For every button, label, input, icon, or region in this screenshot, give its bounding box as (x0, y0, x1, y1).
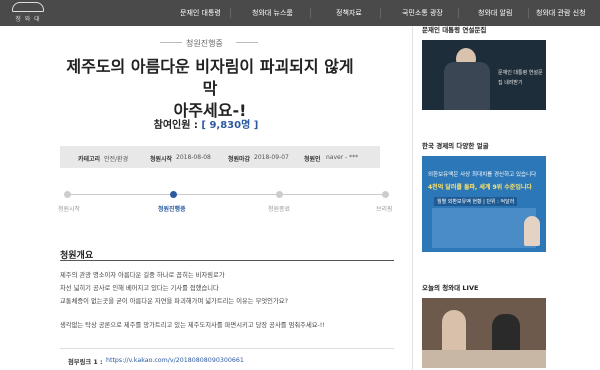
progress-label-start: 청원시작 (58, 206, 81, 213)
petition-body-line: 제주의 관광 명소이자 아름다운 길중 하나로 꼽히는 비자림로가 (60, 272, 225, 279)
petition-title-line1: 제주도의 아름다운 비자림이 파괴되지 않게 막 (66, 57, 354, 98)
category-value: 안전/환경 (104, 156, 129, 163)
nav-item-tour[interactable]: 청와대 관람 신청 (536, 0, 586, 26)
column-divider (412, 26, 413, 370)
economy-chart-graphic (432, 208, 536, 248)
status-line-right (236, 42, 258, 43)
site-logo[interactable]: 청 와 대 (6, 2, 50, 24)
speeches-banner[interactable]: 문재인 대통령 연설문집 내려받기 (422, 40, 546, 110)
start-date-label: 청원시작 (150, 156, 173, 163)
live-table (422, 350, 546, 368)
author-value: naver - *** (326, 154, 359, 161)
nav-separator (230, 8, 231, 18)
nav-item-president[interactable]: 문재인 대통령 (180, 0, 221, 26)
sidebar-economy-title: 한국 경제의 다양한 얼굴 (422, 142, 489, 150)
live-thumbnail[interactable] (422, 298, 546, 368)
petition-title: 제주도의 아름다운 비자림이 파괴되지 않게 막 아주세요-! (60, 56, 360, 122)
petition-body-line: 교통체증이 없는곳을 굳이 아름다운 자연을 파괴해가며 넓가트리는 이유는 무… (60, 298, 288, 305)
nav-item-policy[interactable]: 정책자료 (336, 0, 362, 26)
category-label: 카테고리 (78, 156, 101, 163)
nav-item-notice[interactable]: 청와대 알림 (478, 0, 512, 26)
nav-separator (458, 8, 459, 18)
progress-dot-start (64, 191, 71, 198)
progress-dot-end (276, 191, 283, 198)
petition-body-line: 생각없는 탁상 공론으로 제주를 망가트리고 있는 제주도지사를 파면시키고 당… (60, 322, 325, 329)
speeches-banner-caption: 문재인 대통령 연설문집 내려받기 (498, 70, 543, 86)
progress-label-end: 청원종료 (268, 206, 291, 213)
participant-count: 참여인원 : [ 9,830명 ] (0, 116, 412, 131)
attachment-link-label: 첨부링크 1 : (68, 359, 103, 366)
economy-banner-line1: 외환보유액은 사상 최대치를 경신하고 있습니다 (428, 172, 537, 178)
economy-banner-line2: 4천억 달러를 돌파, 세계 9위 수준입니다 (428, 184, 532, 191)
end-date-label: 청원마감 (228, 156, 251, 163)
attachment-link[interactable]: https://v.kakao.com/v/20180808090300661 (106, 357, 244, 364)
start-date-value: 2018-08-08 (176, 154, 211, 161)
nav-separator (310, 8, 311, 18)
progress-dot-briefing (382, 191, 389, 198)
nav-item-newsroom[interactable]: 청와대 뉴스룸 (252, 0, 293, 26)
sidebar-speeches-title: 문재인 대통령 연설문집 (422, 26, 487, 34)
sidebar-live-title: 오늘의 청와대 LIVE (422, 284, 479, 292)
progress-label-ongoing: 청원진행중 (158, 206, 186, 213)
progress-dot-ongoing (170, 191, 177, 198)
nav-separator (528, 8, 529, 18)
overview-divider (60, 260, 394, 261)
attachment-link-row: 첨부링크 1 : https://v.kakao.com/v/201808080… (60, 348, 394, 370)
status-tag: 청원진행중 (186, 39, 223, 48)
participant-count-value: [ 9,830명 ] (201, 120, 259, 131)
nav-item-communication[interactable]: 국민소통 광장 (402, 0, 443, 26)
progress-label-briefing: 브리핑 (376, 206, 393, 213)
logo-emblem-icon (12, 2, 44, 12)
economy-banner[interactable]: 외환보유액은 사상 최대치를 경신하고 있습니다 4천억 달러를 돌파, 세계 … (422, 156, 546, 252)
petition-main: 청원진행중 제주도의 아름다운 비자림이 파괴되지 않게 막 아주세요-! 참여… (0, 26, 412, 370)
economy-banner-line3: 월별 외환보유액 현황 | 단위 : 억달러 (434, 197, 518, 206)
top-nav: 청 와 대 문재인 대통령 청와대 뉴스룸 정책자료 국민소통 광장 청와대 알… (0, 0, 600, 26)
petition-info-bar: 카테고리 안전/환경 청원시작 2018-08-08 청원마감 2018-09-… (60, 146, 380, 168)
person-illustration (524, 216, 540, 246)
nav-separator (380, 8, 381, 18)
petition-body-line: 차선 넓히기 공사로 인해 베어지고 있다는 기사를 접했습니다 (60, 285, 219, 292)
podium-shape (444, 62, 490, 110)
progress-track (66, 194, 386, 195)
logo-text: 청 와 대 (15, 16, 41, 23)
end-date-value: 2018-09-07 (254, 154, 289, 161)
status-line-left (160, 42, 182, 43)
petition-progress: 청원시작 청원진행중 청원종료 브리핑 (58, 180, 398, 220)
participant-count-label: 참여인원 : (153, 120, 202, 131)
author-label: 청원인 (304, 156, 321, 163)
